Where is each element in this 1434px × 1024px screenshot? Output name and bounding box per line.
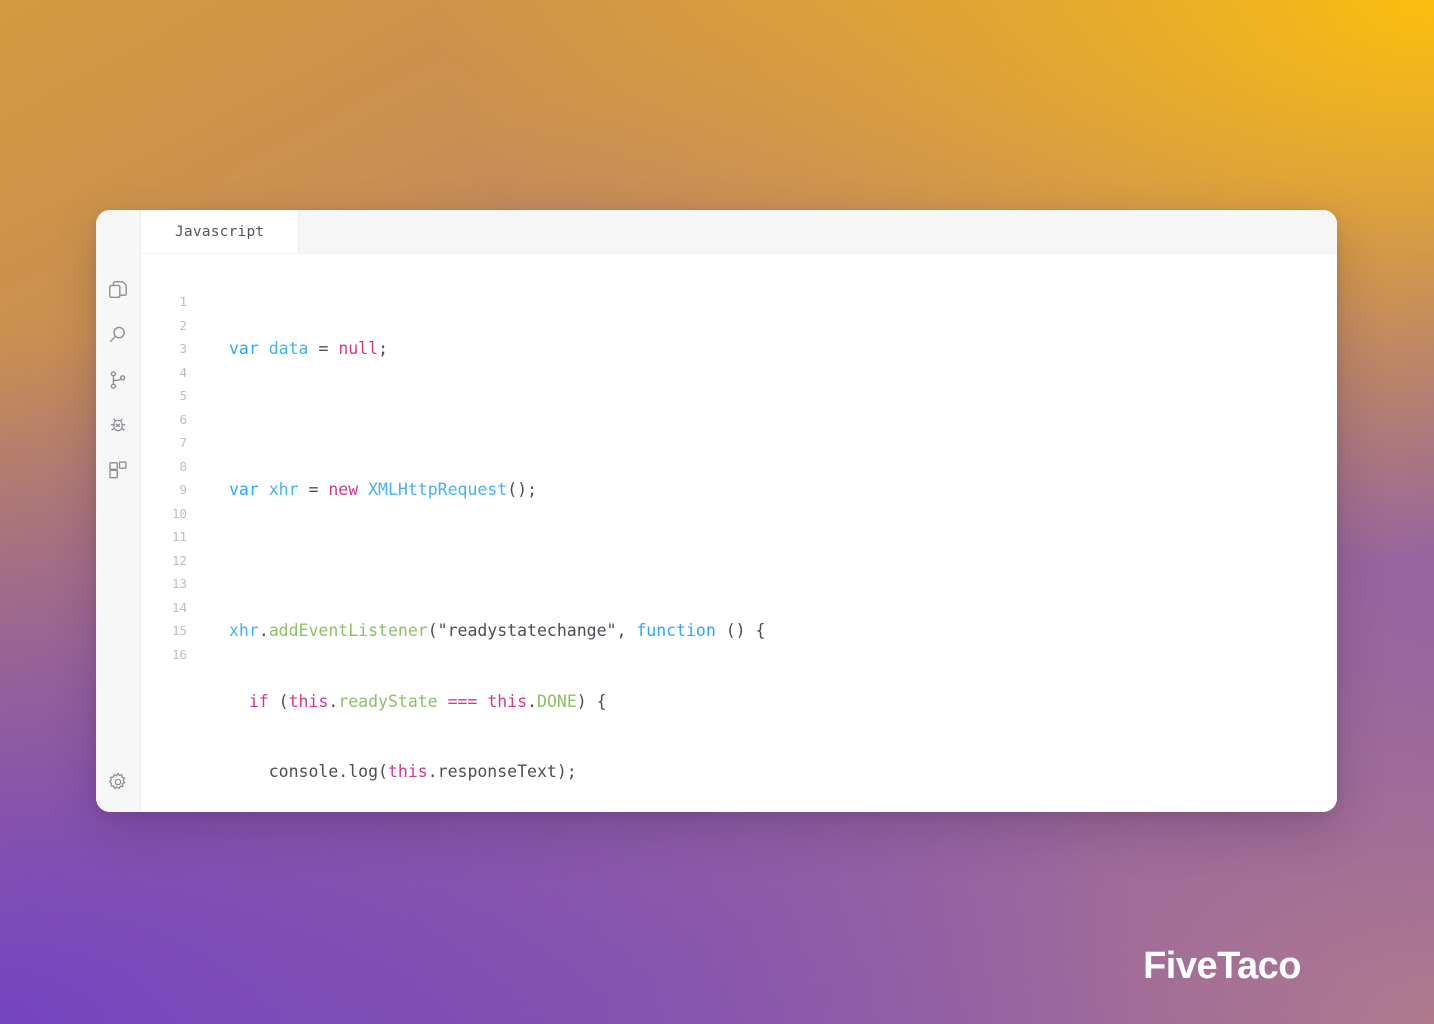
line-number: 2 xyxy=(179,317,187,333)
sidebar-item-settings[interactable] xyxy=(96,767,141,812)
line-number: 10 xyxy=(171,505,187,521)
line-number: 11 xyxy=(171,529,187,544)
source-control-branch-icon xyxy=(107,369,129,391)
line-number: 3 xyxy=(179,341,187,356)
line-number: 12 xyxy=(171,552,187,568)
brand-logo: FiveTaco xyxy=(1143,945,1301,987)
sidebar-item-search[interactable] xyxy=(96,312,141,357)
code-editor-window: Javascript 1 2 3 4 5 6 7 8 9 10 11 12 13… xyxy=(96,210,1337,812)
line-number: 15 xyxy=(171,623,187,638)
sidebar-item-extensions[interactable] xyxy=(96,447,141,492)
tab-javascript[interactable]: Javascript xyxy=(141,210,300,253)
code-line: var xhr = new XMLHttpRequest(); xyxy=(229,480,538,499)
files-explorer-icon xyxy=(107,279,129,301)
sidebar-item-explorer[interactable] xyxy=(96,267,141,312)
line-number: 9 xyxy=(179,482,187,497)
line-number: 6 xyxy=(179,411,187,427)
line-number: 7 xyxy=(179,435,187,450)
line-number: 5 xyxy=(179,388,187,403)
code-content[interactable]: var data = null; var xhr = new XMLHttpRe… xyxy=(197,290,1337,812)
run-and-debug-bug-icon xyxy=(107,414,129,436)
code-area: 1 2 3 4 5 6 7 8 9 10 11 12 13 14 15 16 v… xyxy=(141,254,1337,812)
tab-label: Javascript xyxy=(175,223,265,240)
line-number: 16 xyxy=(171,646,187,662)
code-line: if (this.readyState === this.DONE) { xyxy=(248,691,607,711)
line-number: 8 xyxy=(179,458,187,474)
activity-bar xyxy=(96,210,141,812)
search-icon xyxy=(107,324,129,346)
code-line: console.log(this.responseText); xyxy=(229,762,577,781)
sidebar-item-run-debug[interactable] xyxy=(96,402,141,447)
line-number: 4 xyxy=(179,364,187,380)
gear-icon xyxy=(107,771,129,793)
code-line: var data = null; xyxy=(229,339,388,358)
line-number-gutter: 1 2 3 4 5 6 7 8 9 10 11 12 13 14 15 16 xyxy=(141,290,197,812)
line-number: 14 xyxy=(171,599,187,615)
sidebar-item-source-control[interactable] xyxy=(96,357,141,402)
line-number: 1 xyxy=(179,294,187,309)
editor-pane: Javascript 1 2 3 4 5 6 7 8 9 10 11 12 13… xyxy=(141,210,1337,812)
line-number: 13 xyxy=(171,576,187,591)
tab-bar: Javascript xyxy=(141,210,1337,254)
code-line: xhr.addEventListener("readystatechange",… xyxy=(229,621,766,640)
extensions-icon xyxy=(107,459,129,481)
